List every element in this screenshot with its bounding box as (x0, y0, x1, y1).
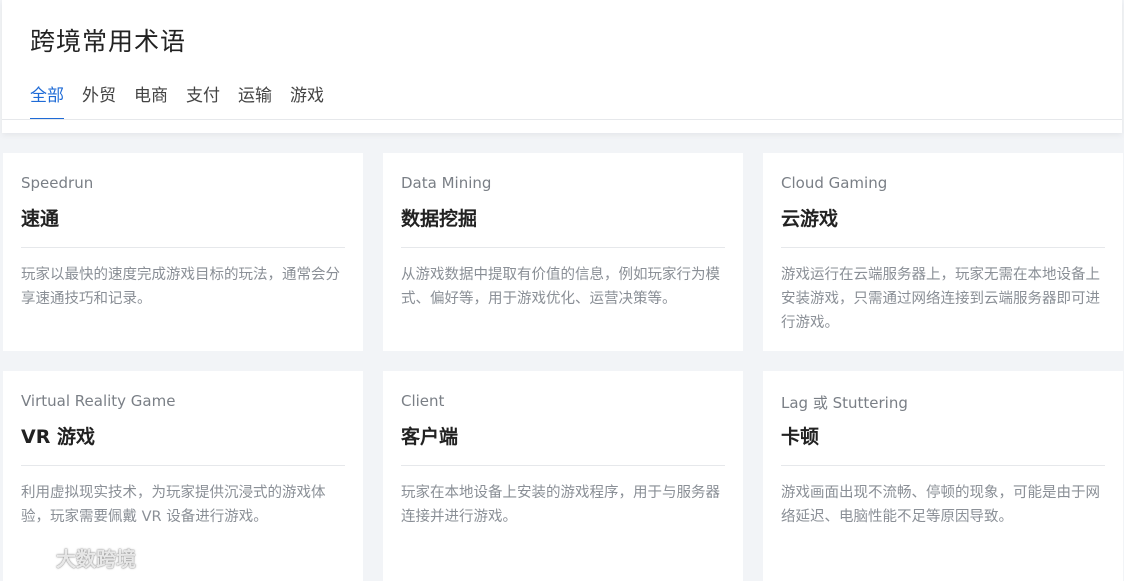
card-divider (781, 465, 1105, 466)
page-header: 跨境常用术语 全部 外贸 电商 支付 运输 游戏 (2, 0, 1122, 133)
term-card[interactable]: Client 客户端 玩家在本地设备上安装的游戏程序，用于与服务器连接并进行游戏… (383, 371, 743, 581)
tab-all[interactable]: 全部 (30, 84, 64, 120)
watermark-logo-icon (10, 546, 48, 567)
term-description: 玩家以最快的速度完成游戏目标的玩法，通常会分享速通技巧和记录。 (21, 267, 340, 307)
term-card[interactable]: Data Mining 数据挖掘 从游戏数据中提取有价值的信息，例如玩家行为模式… (383, 153, 743, 351)
tab-payment[interactable]: 支付 (186, 84, 220, 120)
term-english: Cloud Gaming (781, 174, 888, 192)
term-english: Lag 或 Stuttering (781, 394, 908, 412)
tab-gaming[interactable]: 游戏 (290, 84, 324, 120)
term-description: 利用虚拟现实技术，为玩家提供沉浸式的游戏体验，玩家需要佩戴 VR 设备进行游戏。 (21, 485, 326, 525)
tab-shipping[interactable]: 运输 (238, 84, 272, 120)
tab-ecommerce[interactable]: 电商 (134, 84, 168, 120)
term-english: Data Mining (401, 174, 492, 192)
term-chinese: 数据挖掘 (401, 208, 478, 230)
watermark-text: 大数跨境 (56, 547, 136, 571)
card-divider (781, 247, 1105, 248)
card-divider (21, 247, 345, 248)
page-title: 跨境常用术语 (30, 27, 187, 56)
term-chinese: 卡顿 (781, 426, 820, 448)
tabs-divider (2, 119, 1122, 120)
tab-foreign-trade[interactable]: 外贸 (82, 84, 116, 120)
watermark: 大数跨境 (10, 543, 136, 572)
term-card-grid: Speedrun 速通 玩家以最快的速度完成游戏目标的玩法，通常会分享速通技巧和… (3, 153, 1123, 581)
card-divider (401, 247, 725, 248)
category-tabs: 全部 外贸 电商 支付 运输 游戏 (30, 84, 324, 120)
term-chinese: VR 游戏 (21, 426, 95, 448)
term-card[interactable]: Lag 或 Stuttering 卡顿 游戏画面出现不流畅、停顿的现象，可能是由… (763, 371, 1123, 581)
card-divider (401, 465, 725, 466)
term-description: 从游戏数据中提取有价值的信息，例如玩家行为模式、偏好等，用于游戏优化、运营决策等… (401, 267, 720, 307)
term-chinese: 客户端 (401, 426, 459, 448)
term-chinese: 云游戏 (781, 208, 839, 230)
term-description: 玩家在本地设备上安装的游戏程序，用于与服务器连接并进行游戏。 (401, 485, 720, 525)
term-english: Client (401, 392, 445, 410)
term-description: 游戏运行在云端服务器上，玩家无需在本地设备上安装游戏，只需通过网络连接到云端服务… (781, 267, 1100, 331)
term-description: 游戏画面出现不流畅、停顿的现象，可能是由于网络延迟、电脑性能不足等原因导致。 (781, 485, 1100, 525)
term-english: Virtual Reality Game (21, 392, 176, 410)
term-card[interactable]: Cloud Gaming 云游戏 游戏运行在云端服务器上，玩家无需在本地设备上安… (763, 153, 1123, 351)
card-divider (21, 465, 345, 466)
term-card[interactable]: Speedrun 速通 玩家以最快的速度完成游戏目标的玩法，通常会分享速通技巧和… (3, 153, 363, 351)
term-chinese: 速通 (21, 208, 60, 230)
term-english: Speedrun (21, 174, 94, 192)
